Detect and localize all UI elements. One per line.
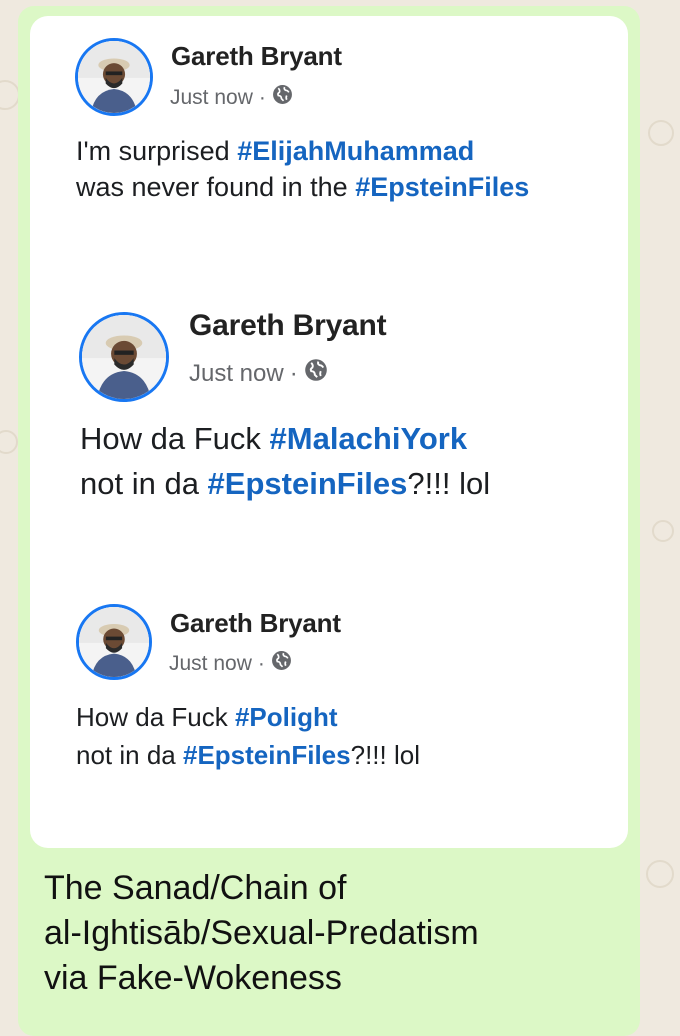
caption-line: al-Ightisāb/Sexual-Predatism	[44, 914, 479, 952]
caption-line: via Fake-Wokeness	[44, 959, 342, 997]
post-text: How da Fuck #MalachiYork not in da #Epst…	[80, 416, 490, 506]
post-text: I'm surprised #ElijahMuhammad was never …	[76, 134, 529, 205]
wallpaper-doodle	[0, 80, 20, 110]
wallpaper-doodle	[648, 120, 674, 146]
screenshot-image[interactable]: Gareth Bryant Just now · I'm surprised #…	[30, 16, 628, 848]
hashtag-link[interactable]: #Polight	[235, 702, 338, 732]
separator-dot: ·	[289, 359, 298, 387]
hashtag-link[interactable]: #EpsteinFiles	[208, 466, 408, 501]
globe-icon	[272, 84, 293, 111]
post-text-line: not in da	[76, 740, 183, 770]
post-meta: Just now ·	[170, 84, 293, 111]
hashtag-link[interactable]: #EpsteinFiles	[355, 172, 529, 202]
timestamp[interactable]: Just now	[189, 360, 284, 388]
post-text-line: How da Fuck	[76, 702, 235, 732]
separator-dot: ·	[258, 85, 266, 109]
message-caption: The Sanad/Chain of al-Ightisāb/Sexual-Pr…	[44, 866, 624, 1001]
avatar[interactable]	[75, 38, 153, 116]
author-name[interactable]: Gareth Bryant	[189, 309, 387, 343]
caption-line: The Sanad/Chain of	[44, 869, 347, 907]
wallpaper-doodle	[0, 430, 18, 454]
avatar[interactable]	[76, 604, 152, 680]
post-text-line: I'm surprised	[76, 136, 238, 166]
post-text: How da Fuck #Polight not in da #EpsteinF…	[76, 698, 420, 774]
post-text-suffix: ?!!! lol	[350, 740, 420, 770]
avatar-photo	[82, 315, 166, 399]
hashtag-link[interactable]: #ElijahMuhammad	[237, 136, 474, 166]
post-text-line: was never found in the	[76, 171, 356, 202]
hashtag-link[interactable]: #EpsteinFiles	[183, 740, 351, 770]
author-name[interactable]: Gareth Bryant	[170, 608, 341, 639]
post-meta: Just now ·	[189, 358, 328, 389]
timestamp[interactable]: Just now	[170, 86, 253, 110]
timestamp[interactable]: Just now	[169, 652, 252, 676]
post-text-line: How da Fuck	[80, 421, 270, 456]
post-text-line: not in da	[80, 466, 208, 501]
avatar[interactable]	[79, 312, 169, 402]
avatar-photo	[79, 607, 149, 677]
author-name[interactable]: Gareth Bryant	[171, 41, 342, 72]
wallpaper-doodle	[652, 520, 674, 542]
post-text-suffix: ?!!! lol	[407, 466, 491, 501]
globe-icon	[304, 358, 328, 389]
hashtag-link[interactable]: #MalachiYork	[270, 421, 468, 456]
avatar-photo	[78, 41, 150, 113]
separator-dot: ·	[257, 651, 265, 675]
wallpaper-doodle	[646, 860, 674, 888]
post-meta: Just now ·	[169, 650, 292, 677]
globe-icon	[271, 650, 292, 677]
